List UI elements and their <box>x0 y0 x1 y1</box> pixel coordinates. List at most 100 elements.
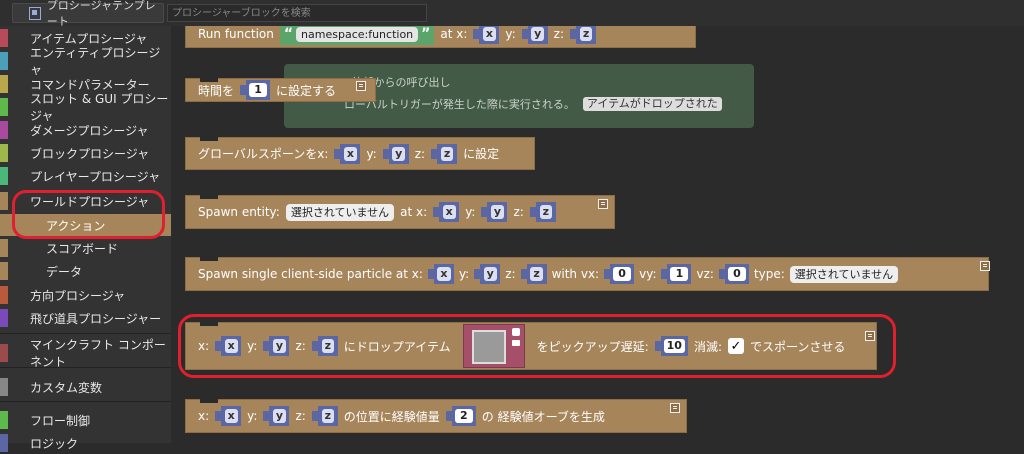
category-color-swatch <box>0 29 8 47</box>
z-input[interactable]: z <box>529 202 556 222</box>
trigger-tag: アイテムがドロップされた <box>582 97 722 111</box>
sidebar-item-entity-procedures[interactable]: エンティティプロシージャ <box>0 46 171 77</box>
y-label: y: <box>465 205 476 219</box>
y-input[interactable]: y <box>481 202 508 222</box>
sidebar-item-label: 方向プロシージャ <box>30 288 126 303</box>
z-input[interactable]: z <box>520 264 547 284</box>
z-input[interactable]: z <box>311 406 338 426</box>
y-input[interactable]: y <box>474 264 501 284</box>
sidebar-item-damage-procedures[interactable]: ダメージプロシージャ <box>0 119 171 141</box>
spawn-particle-block[interactable]: Spawn single client-side particle at x: … <box>185 257 990 291</box>
at-x-label: at x: <box>400 205 428 219</box>
xp-amount-label: の位置に経験値量 <box>343 409 440 424</box>
function-string-input[interactable]: “ namespace:function ” <box>279 26 435 45</box>
category-color-swatch <box>0 144 8 162</box>
sidebar-item-direction-procedures[interactable]: 方向プロシージャ <box>0 284 171 306</box>
category-color-swatch <box>0 98 8 116</box>
category-color-swatch <box>0 262 8 280</box>
xp-orb-block[interactable]: x: x y: y z: z の位置に経験値量 2 の 経験値オーブを生成 <box>185 399 687 433</box>
xp-amount-input[interactable]: 2 <box>445 406 476 426</box>
block-workspace[interactable]: Run function “ namespace:function ” at x… <box>171 26 1024 443</box>
spawn-entity-block[interactable]: Spawn entity: 選択されていません at x: x y: y z: … <box>185 195 615 229</box>
comment-icon[interactable] <box>598 199 608 209</box>
block-label: グローバルスポーンをx: <box>198 147 329 161</box>
template-icon <box>29 6 41 20</box>
sidebar-item-label: 飛び道具プロシージャー <box>30 311 162 326</box>
z-label: z: <box>295 409 306 423</box>
sidebar-item-label: フロー制御 <box>30 413 91 428</box>
category-color-swatch <box>0 411 8 429</box>
z-input[interactable]: z <box>431 143 458 164</box>
x-input[interactable]: x <box>334 143 361 164</box>
vx-label: with vx: <box>551 267 600 281</box>
sidebar-item-player-procedures[interactable]: プレイヤープロシージャ <box>0 165 171 187</box>
z-label: z: <box>553 27 565 41</box>
comment-icon[interactable] <box>670 403 680 413</box>
x-input[interactable]: x <box>473 26 500 44</box>
sidebar-item-flow-control[interactable]: フロー制御 <box>0 409 171 431</box>
block-label: 時間を <box>198 83 235 98</box>
z-label: z: <box>414 146 426 161</box>
quote-close-icon: ” <box>421 26 431 42</box>
sidebar-item-custom-variables[interactable]: カスタム変数 <box>0 376 171 398</box>
sidebar-item-label: ロジック <box>30 436 79 451</box>
set-time-block[interactable]: 時間を 1 に設定する <box>185 78 376 102</box>
sidebar-item-slot-gui-procedures[interactable]: スロット & GUI プロシージャ <box>0 92 171 123</box>
vz-label: vz: <box>696 267 714 281</box>
xp-orb-label: の 経験値オーブを生成 <box>481 409 605 424</box>
highlight-ring-sidebar <box>12 190 165 239</box>
top-bar: プロシージャテンプレート <box>0 0 1024 28</box>
sidebar-item-label: データ <box>46 264 83 279</box>
z-label: z: <box>513 205 524 219</box>
function-name-value: namespace:function <box>296 26 419 42</box>
vz-input[interactable]: 0 <box>718 264 749 284</box>
y-input[interactable]: y <box>382 143 409 164</box>
sidebar-item-projectile-procedures[interactable]: 飛び道具プロシージャー <box>0 307 171 329</box>
sidebar-item-minecraft-components[interactable]: マインクラフト コンポーネント <box>0 338 171 369</box>
sidebar-divider <box>0 367 171 368</box>
comment-icon[interactable] <box>356 81 366 91</box>
vy-label: vy: <box>639 267 657 281</box>
comment-line-2: ローバルトリガーが発生した際に実行される。 アイテムがドロップされた <box>344 96 722 112</box>
category-color-swatch <box>0 167 8 185</box>
x-label: x: <box>198 409 210 423</box>
x-input[interactable]: x <box>215 406 242 426</box>
category-color-swatch <box>0 378 8 396</box>
global-spawn-block[interactable]: グローバルスポーンをx: x y: y z: z に設定 <box>185 137 535 170</box>
category-color-swatch <box>0 286 8 304</box>
y-label: y: <box>458 267 470 281</box>
vx-input[interactable]: 0 <box>604 264 635 284</box>
sidebar-item-label: ダメージプロシージャ <box>30 123 149 138</box>
x-input[interactable]: x <box>433 202 460 222</box>
y-label: y: <box>505 27 516 41</box>
time-value-input[interactable]: 1 <box>240 80 271 100</box>
y-input[interactable]: y <box>521 26 548 44</box>
entity-dropdown[interactable]: 選択されていません <box>285 203 395 221</box>
search-input[interactable] <box>167 4 427 22</box>
block-label-suffix: に設定 <box>463 147 500 161</box>
sidebar-divider <box>0 401 171 402</box>
z-input[interactable]: z <box>570 26 597 44</box>
category-color-swatch <box>0 121 8 139</box>
category-color-swatch <box>0 52 8 70</box>
procedure-templates-label: プロシージャテンプレート <box>46 0 156 28</box>
sidebar-item-label: マインクラフト コンポーネント <box>30 338 166 369</box>
procedure-templates-tab[interactable]: プロシージャテンプレート <box>12 0 164 28</box>
vy-input[interactable]: 1 <box>661 264 692 284</box>
sidebar-item-scoreboard[interactable]: スコアボード <box>0 237 171 259</box>
sidebar-item-data[interactable]: データ <box>0 260 171 282</box>
quote-open-icon: “ <box>283 26 294 42</box>
sidebar-item-label: プレイヤープロシージャ <box>30 169 161 184</box>
run-function-block[interactable]: Run function “ namespace:function ” at x… <box>185 26 696 48</box>
sidebar-item-logic[interactable]: ロジック <box>0 432 171 454</box>
comment-icon[interactable] <box>980 261 990 271</box>
particle-type-dropdown[interactable]: 選択されていません <box>789 265 899 283</box>
category-color-swatch <box>0 344 8 362</box>
type-label: type: <box>753 267 785 281</box>
at-x-label: at x: <box>440 27 468 41</box>
y-input[interactable]: y <box>263 406 290 426</box>
block-label: Spawn entity: <box>198 205 280 219</box>
x-input[interactable]: x <box>427 264 454 284</box>
block-label: Spawn single client-side particle at x: <box>198 267 423 281</box>
sidebar-item-block-procedures[interactable]: ブロックプロシージャ <box>0 142 171 164</box>
